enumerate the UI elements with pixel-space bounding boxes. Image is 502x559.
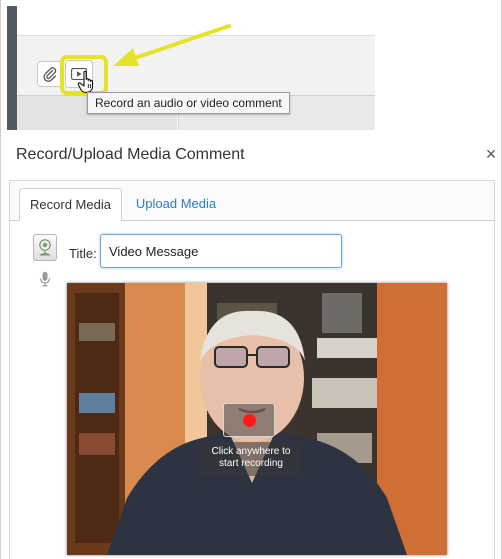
microphone-icon[interactable] xyxy=(38,271,52,287)
webcam-preview[interactable]: Click anywhere to start recording xyxy=(67,283,447,555)
dialog-title: Record/Upload Media Comment xyxy=(16,146,245,163)
webcam-source-button[interactable] xyxy=(33,234,57,261)
tab-record-media[interactable]: Record Media xyxy=(19,188,122,221)
dialog-divider xyxy=(9,180,495,181)
record-indicator xyxy=(242,413,256,427)
close-button[interactable]: × xyxy=(483,144,499,164)
comment-editor-excerpt: Record an audio or video comment xyxy=(7,6,375,130)
paperclip-icon xyxy=(43,67,57,82)
app-screenshot: Record an audio or video comment Record/… xyxy=(0,0,502,559)
start-recording-button[interactable] xyxy=(223,403,275,437)
webcam-icon xyxy=(39,239,51,256)
record-hint: Click anywhere to start recording xyxy=(201,442,301,476)
tab-upload-media[interactable]: Upload Media xyxy=(128,188,224,220)
sidebar-edge xyxy=(7,6,17,130)
media-tooltip: Record an audio or video comment xyxy=(87,92,290,114)
hand-cursor-icon xyxy=(77,70,94,93)
annotation-arrow xyxy=(113,24,231,66)
title-input[interactable] xyxy=(100,234,342,268)
title-label: Title: xyxy=(69,246,97,261)
